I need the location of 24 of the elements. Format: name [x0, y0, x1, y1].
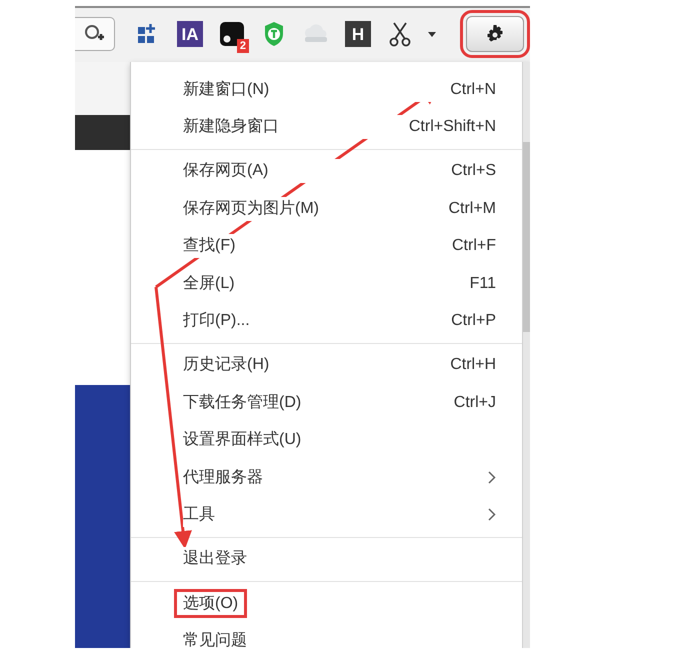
menu-item[interactable]: 选项(O)	[174, 588, 248, 618]
menu-item[interactable]: 常见问题	[183, 632, 247, 648]
menu-item[interactable]: 下载任务管理(D)	[183, 394, 302, 411]
menu-item[interactable]: 历史记录(H)	[183, 356, 270, 374]
menu-item[interactable]: 打印(P)...	[183, 312, 250, 330]
shield-icon[interactable]	[262, 21, 286, 47]
extension-icon[interactable]	[219, 21, 245, 47]
extension-logo[interactable]: IA	[177, 21, 203, 47]
zoom-button[interactable]	[75, 17, 115, 51]
menu-item[interactable]: 保存网页为图片(M)	[183, 200, 319, 217]
caret-icon[interactable]	[428, 32, 436, 36]
settings-icon	[486, 25, 504, 43]
scissors-icon[interactable]	[388, 21, 412, 47]
menu-item[interactable]: 保存网页(A)	[183, 162, 268, 180]
notification-badge: 2	[236, 39, 249, 53]
menu-item[interactable]: 工具	[183, 506, 215, 523]
menu-item[interactable]: 退出登录	[183, 550, 247, 568]
menu-item[interactable]: 新建隐身窗口	[183, 118, 279, 136]
menu-item[interactable]: 设置界面样式(U)	[183, 431, 302, 448]
menu-item[interactable]: 全屏(L)	[183, 274, 235, 292]
extension-logo[interactable]: H	[345, 21, 371, 47]
menu-item[interactable]: 查找(F)	[183, 237, 236, 254]
menu-item[interactable]: 新建窗口(N)	[183, 80, 270, 98]
menu-item[interactable]: 代理服务器	[183, 468, 263, 486]
